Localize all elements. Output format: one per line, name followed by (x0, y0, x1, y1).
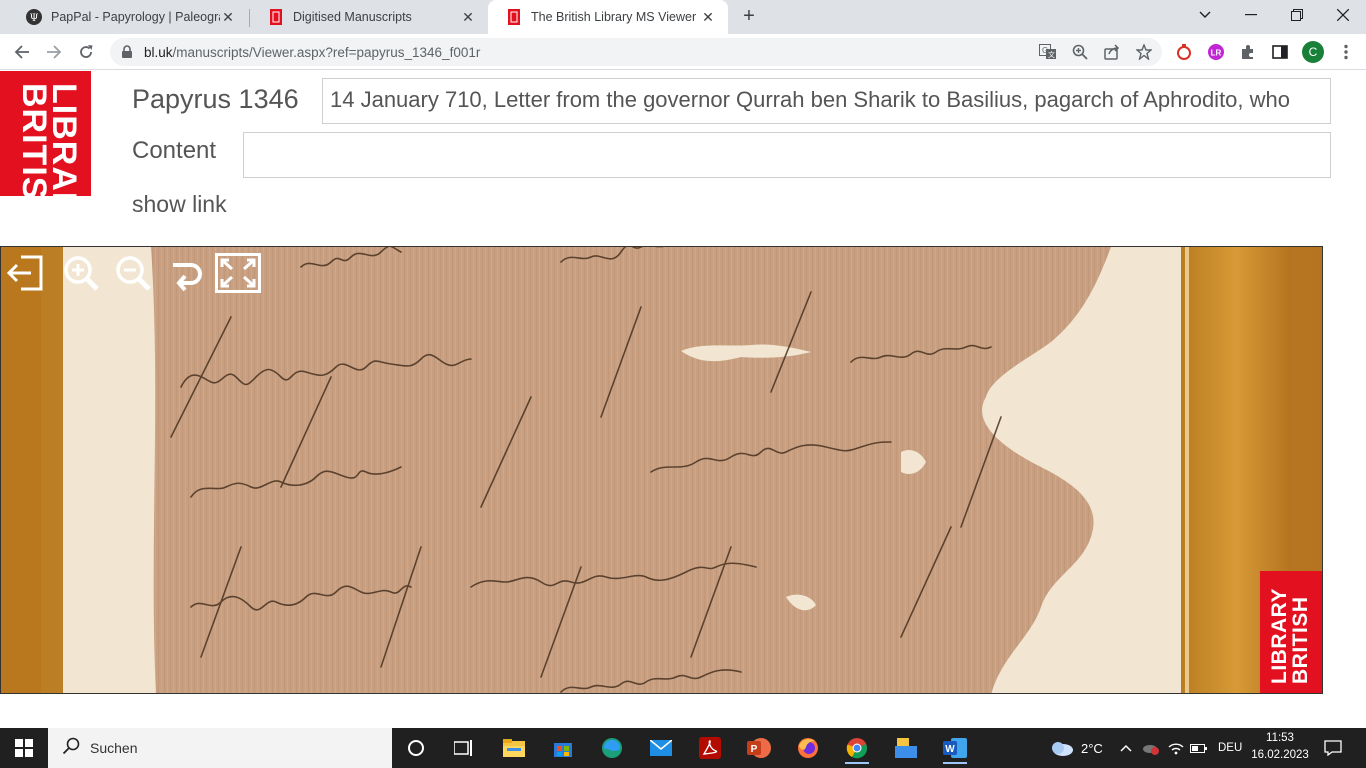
mail-icon[interactable] (641, 732, 681, 764)
svg-text:Ψ: Ψ (30, 13, 39, 24)
svg-text:W: W (945, 744, 955, 755)
tab-pappal[interactable]: Ψ PapPal - Papyrology | Paleograph ✕ (8, 0, 248, 34)
cortana-icon[interactable] (396, 732, 436, 764)
restore-button[interactable] (1274, 0, 1320, 30)
language-indicator[interactable]: DEU (1218, 728, 1242, 768)
powerpoint-icon[interactable]: P (739, 732, 779, 764)
close-tab-icon[interactable]: ✕ (220, 9, 236, 25)
zoom-in-icon[interactable] (61, 253, 101, 293)
microsoft-store-icon[interactable] (543, 732, 583, 764)
windows-taskbar: Suchen P W 2°C DEU 11:53 16.02.2023 (0, 728, 1366, 768)
minimize-button[interactable] (1228, 0, 1274, 30)
cloud-icon (1052, 742, 1073, 756)
notification-icon[interactable] (1324, 728, 1342, 768)
search-label: Suchen (90, 740, 138, 756)
show-link[interactable]: show link (132, 191, 227, 218)
file-explorer-doc-icon[interactable] (886, 732, 926, 764)
firefox-icon[interactable] (788, 732, 828, 764)
british-library-logo[interactable]: LIBRARY BRITISH (0, 71, 91, 196)
close-tab-icon[interactable]: ✕ (700, 9, 716, 25)
taskbar-search-box[interactable]: Suchen (48, 728, 392, 768)
close-tab-icon[interactable]: ✕ (460, 9, 476, 25)
bookmark-star-icon[interactable] (1134, 42, 1154, 62)
bl-favicon-icon (268, 9, 284, 25)
tab-bl-ms-viewer[interactable]: The British Library MS Viewer ✕ (488, 0, 728, 34)
british-library-watermark: LIBRARY BRITISH (1260, 571, 1322, 693)
new-tab-button[interactable]: + (738, 5, 760, 27)
windows-start-icon[interactable] (0, 728, 48, 768)
battery-icon[interactable] (1190, 728, 1208, 768)
svg-text:P: P (751, 744, 758, 755)
exit-icon[interactable] (5, 253, 45, 293)
share-icon[interactable] (1102, 42, 1122, 62)
back-arrow-icon[interactable] (10, 40, 34, 64)
reload-icon[interactable] (74, 40, 98, 64)
edge-icon[interactable] (592, 732, 632, 764)
papyrus-image[interactable] (1, 247, 1323, 694)
show-hidden-icons-chevron-icon[interactable] (1120, 728, 1132, 768)
weather-widget[interactable]: 2°C (1048, 728, 1103, 768)
extensions-puzzle-icon[interactable] (1238, 42, 1258, 62)
side-panel-icon[interactable] (1270, 42, 1290, 62)
manuscript-title: Papyrus 1346 (132, 84, 299, 114)
onedrive-error-icon[interactable] (1142, 728, 1160, 768)
profile-avatar[interactable]: C (1302, 41, 1324, 63)
address-bar[interactable]: bl.uk/manuscripts/Viewer.aspx?ref=papyru… (110, 38, 1162, 66)
task-view-icon[interactable] (444, 732, 484, 764)
browser-tab-strip: Ψ PapPal - Papyrology | Paleograph ✕ Dig… (0, 0, 1366, 34)
logo-text: LIBRARY BRITISH (15, 83, 83, 196)
tab-title: PapPal - Papyrology | Paleograph (51, 10, 220, 24)
lock-icon[interactable] (120, 45, 134, 59)
tab-title: The British Library MS Viewer (531, 10, 697, 24)
manuscript-description-field[interactable]: 14 January 710, Letter from the governor… (322, 78, 1331, 124)
chrome-icon[interactable] (837, 732, 877, 764)
wifi-icon[interactable] (1168, 728, 1184, 768)
word-icon[interactable]: W (935, 732, 975, 764)
browser-toolbar: bl.uk/manuscripts/Viewer.aspx?ref=papyru… (0, 34, 1366, 70)
svg-text:文: 文 (1048, 50, 1055, 59)
clock-time: 11:53 (1266, 732, 1294, 744)
close-window-button[interactable] (1320, 0, 1366, 30)
chrome-menu-icon[interactable] (1336, 42, 1356, 62)
content-select[interactable] (243, 132, 1331, 178)
taskbar-clock[interactable]: 11:53 16.02.2023 (1248, 730, 1312, 764)
search-icon (62, 737, 80, 760)
file-explorer-icon[interactable] (494, 732, 534, 764)
acrobat-icon[interactable] (690, 732, 730, 764)
bl-favicon-icon (506, 9, 522, 25)
fullscreen-icon[interactable] (215, 253, 261, 293)
manuscript-image-viewer[interactable]: LIBRARY BRITISH (0, 246, 1323, 694)
pappal-favicon-icon: Ψ (26, 9, 42, 25)
zoom-icon[interactable] (1070, 42, 1090, 62)
tab-search-chevron-down-icon[interactable] (1182, 0, 1228, 30)
url-text[interactable]: bl.uk/manuscripts/Viewer.aspx?ref=papyru… (144, 45, 480, 60)
weather-temperature: 2°C (1081, 740, 1103, 756)
tab-title: Digitised Manuscripts (293, 10, 412, 24)
content-label: Content (132, 137, 217, 164)
svg-text:LR: LR (1211, 49, 1222, 58)
translate-icon[interactable]: G文 (1038, 42, 1058, 62)
profile-initial: C (1308, 45, 1318, 59)
forward-arrow-icon[interactable] (42, 40, 66, 64)
rotate-icon[interactable] (165, 253, 205, 293)
clock-date: 16.02.2023 (1251, 749, 1309, 761)
tab-digitised-manuscripts[interactable]: Digitised Manuscripts ✕ (250, 0, 488, 34)
extension-lr-icon[interactable]: LR (1206, 42, 1226, 62)
zoom-out-icon[interactable] (113, 253, 153, 293)
extension-red-icon[interactable] (1174, 42, 1194, 62)
